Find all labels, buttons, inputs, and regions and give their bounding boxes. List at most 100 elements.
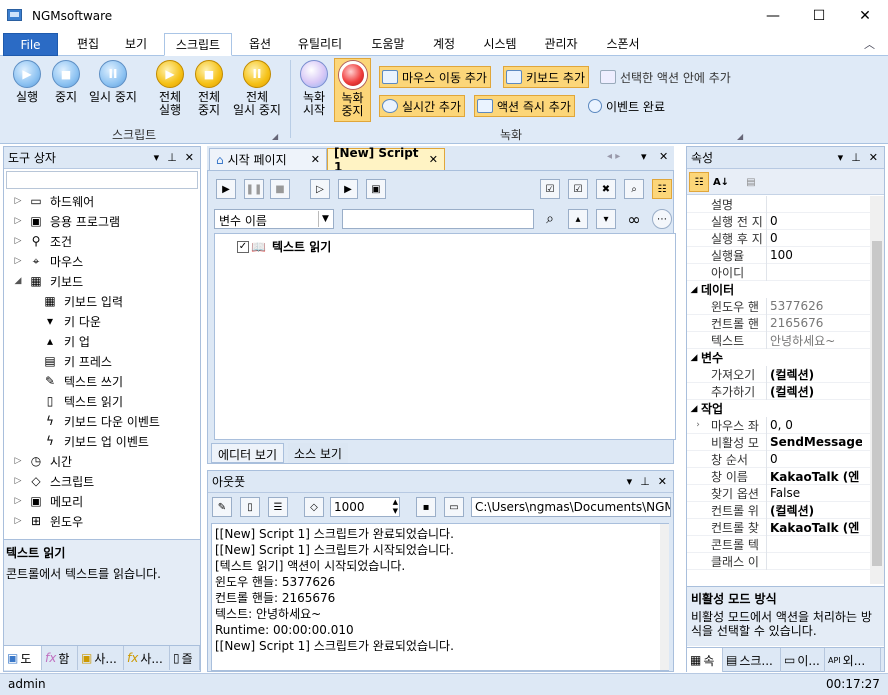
expanded-arrow-icon[interactable]: ◢ [687, 285, 701, 295]
property-row[interactable]: › 마우스 좌 0, 0 [687, 416, 870, 434]
pin-icon[interactable]: ⊥ [640, 475, 650, 488]
step-into-icon[interactable]: ▶ [338, 179, 358, 199]
add-action-now-button[interactable]: 액션 즉시 추가 [474, 95, 575, 117]
close-icon[interactable]: ✕ [185, 151, 194, 164]
tab-new-script[interactable]: [New] Script 1 ✕ [327, 146, 445, 174]
property-value[interactable]: 2165676 [767, 316, 862, 330]
categorized-icon[interactable]: ☷ [689, 172, 709, 192]
sort-alpha-icon[interactable]: A↓ [711, 172, 731, 192]
property-value[interactable]: KakaoTalk (엔 [767, 468, 862, 485]
collapse-ribbon-icon[interactable]: ︿ [864, 36, 875, 52]
add-in-selected-button[interactable]: 선택한 액션 안에 추가 [598, 66, 734, 88]
tree-item[interactable]: ▷ ◇ 스크립트 [8, 471, 198, 491]
close-button[interactable]: ✕ [842, 0, 888, 32]
script-item[interactable]: ✓ 📖 텍스트 읽기 [237, 238, 331, 255]
tab-start-page[interactable]: ⌂ 시작 페이지 ✕ [209, 148, 327, 170]
tab-editor-view[interactable]: 에디터 보기 [211, 443, 285, 463]
toolbox-search-input[interactable] [6, 171, 198, 189]
tree-item[interactable]: ▷ ▭ 하드웨어 [8, 191, 198, 211]
property-row[interactable]: 설명 [687, 195, 870, 213]
collapsed-arrow-icon[interactable]: ▷ [12, 236, 24, 246]
tab-system[interactable]: 시스템 [474, 33, 526, 56]
property-value[interactable]: SendMessage [767, 435, 862, 449]
variable-value-input[interactable] [342, 209, 534, 229]
save-icon[interactable]: ▪ [416, 497, 436, 517]
collapsed-arrow-icon[interactable]: ▷ [12, 496, 24, 506]
minimize-button[interactable]: — [750, 0, 796, 32]
tree-item[interactable]: ▷ ⌖ 마우스 [8, 251, 198, 271]
expanded-arrow-icon[interactable]: ◢ [687, 404, 701, 414]
search-icon[interactable]: ⌕ [540, 209, 560, 229]
property-row[interactable]: 콘트롤 텍 [687, 535, 870, 553]
scroll-thumb[interactable] [872, 241, 882, 566]
property-row[interactable]: 비활성 모 SendMessage [687, 433, 870, 451]
tree-item[interactable]: ▯ 텍스트 읽기 [8, 391, 198, 411]
tab-scripts[interactable]: ▤ 스크... [723, 648, 781, 672]
tree-item[interactable]: ▷ ⊞ 윈도우 [8, 511, 198, 531]
run-all-button[interactable]: ▶ 전체 실행 [150, 60, 190, 117]
property-row[interactable]: 창 순서 0 [687, 450, 870, 468]
clear-icon[interactable]: ✎ [212, 497, 232, 517]
collapsed-arrow-icon[interactable]: ▷ [12, 216, 24, 226]
property-row[interactable]: 가져오기 (컬렉션) [687, 365, 870, 383]
scroll-tabs-icon[interactable]: ◂ ▸ [607, 151, 620, 162]
stop-all-button[interactable]: ■ 전체 중지 [190, 60, 228, 117]
property-category[interactable]: ◢ 데이터 [687, 281, 870, 298]
export-icon[interactable]: ▯ [240, 497, 260, 517]
property-row[interactable]: 추가하기 (컬렉션) [687, 382, 870, 400]
record-stop-button[interactable]: 녹화 중지 [334, 58, 371, 122]
property-pages-icon[interactable]: ▤ [741, 172, 761, 192]
tree-view-icon[interactable]: ☷ [652, 179, 672, 199]
property-row[interactable]: 클래스 이 [687, 552, 870, 570]
property-row[interactable]: 텍스트 안녕하세요~ [687, 331, 870, 349]
tree-item[interactable]: ▾ 키 다운 [8, 311, 198, 331]
spin-icon[interactable]: ▲ ▼ [393, 498, 398, 516]
check-all-icon[interactable]: ☑ [568, 179, 588, 199]
property-value[interactable]: 0 [767, 214, 862, 228]
loop-icon[interactable]: ∞ [624, 209, 644, 229]
pin-icon[interactable]: ⊥ [167, 151, 177, 164]
more-icon[interactable]: ⋯ [652, 209, 672, 229]
tab-external[interactable]: API 외... [825, 648, 881, 672]
add-realtime-button[interactable]: 실시간 추가 [379, 95, 466, 117]
tab-images[interactable]: ▭ 이... [781, 648, 825, 672]
property-row[interactable]: 찾기 옵션 False [687, 484, 870, 502]
event-complete-button[interactable]: 이벤트 완료 [586, 95, 668, 117]
tab-list-icon[interactable]: ▾ [641, 150, 647, 163]
collapsed-arrow-icon[interactable]: ▷ [12, 456, 24, 466]
tab-options[interactable]: 옵션 [240, 33, 280, 56]
add-mouse-move-button[interactable]: 마우스 이동 추가 [379, 66, 491, 88]
step-icon[interactable]: ▷ [310, 179, 330, 199]
property-value[interactable]: 100 [767, 248, 862, 262]
tree-item[interactable]: ▦ 키보드 입력 [8, 291, 198, 311]
tree-item[interactable]: ◢ ▦ 키보드 [8, 271, 198, 291]
tab-script[interactable]: 스크립트 [164, 33, 232, 56]
property-category[interactable]: ◢ 작업 [687, 400, 870, 417]
move-down-icon[interactable]: ▾ [596, 209, 616, 229]
tab-source-view[interactable]: 소스 보기 [288, 443, 348, 463]
file-tab[interactable]: File [3, 33, 58, 56]
tree-item[interactable]: ✎ 텍스트 쓰기 [8, 371, 198, 391]
tree-item[interactable]: ▷ ⚲ 조건 [8, 231, 198, 251]
property-value[interactable]: False [767, 486, 862, 500]
tree-item[interactable]: ▷ ▣ 응용 프로그램 [8, 211, 198, 231]
tab-view[interactable]: 보기 [116, 33, 156, 56]
tab-edit[interactable]: 편집 [68, 33, 108, 56]
property-value[interactable]: 5377626 [767, 299, 862, 313]
step-over-icon[interactable]: ▣ [366, 179, 386, 199]
property-row[interactable]: 창 이름 KakaoTalk (엔 [687, 467, 870, 485]
tab-favorites[interactable]: ▯ 즐 [170, 646, 200, 670]
tab-toolbox[interactable]: ▣ 도 [4, 646, 42, 670]
property-category[interactable]: ◢ 변수 [687, 349, 870, 366]
property-value[interactable]: 안녕하세요~ [767, 332, 862, 349]
property-row[interactable]: 컨트롤 핸 2165676 [687, 314, 870, 332]
close-icon[interactable]: ✕ [659, 150, 668, 163]
collapsed-arrow-icon[interactable]: ▷ [12, 196, 24, 206]
tree-item[interactable]: ▴ 키 업 [8, 331, 198, 351]
property-row[interactable]: 컨트롤 위 (컬렉션) [687, 501, 870, 519]
dialog-launcher-icon[interactable]: ◢ [272, 132, 278, 141]
stop-icon[interactable]: ■ [270, 179, 290, 199]
folder-icon[interactable]: ▭ [444, 497, 464, 517]
property-row[interactable]: 실행 후 지0 [687, 229, 870, 247]
collapsed-arrow-icon[interactable]: ▷ [12, 516, 24, 526]
